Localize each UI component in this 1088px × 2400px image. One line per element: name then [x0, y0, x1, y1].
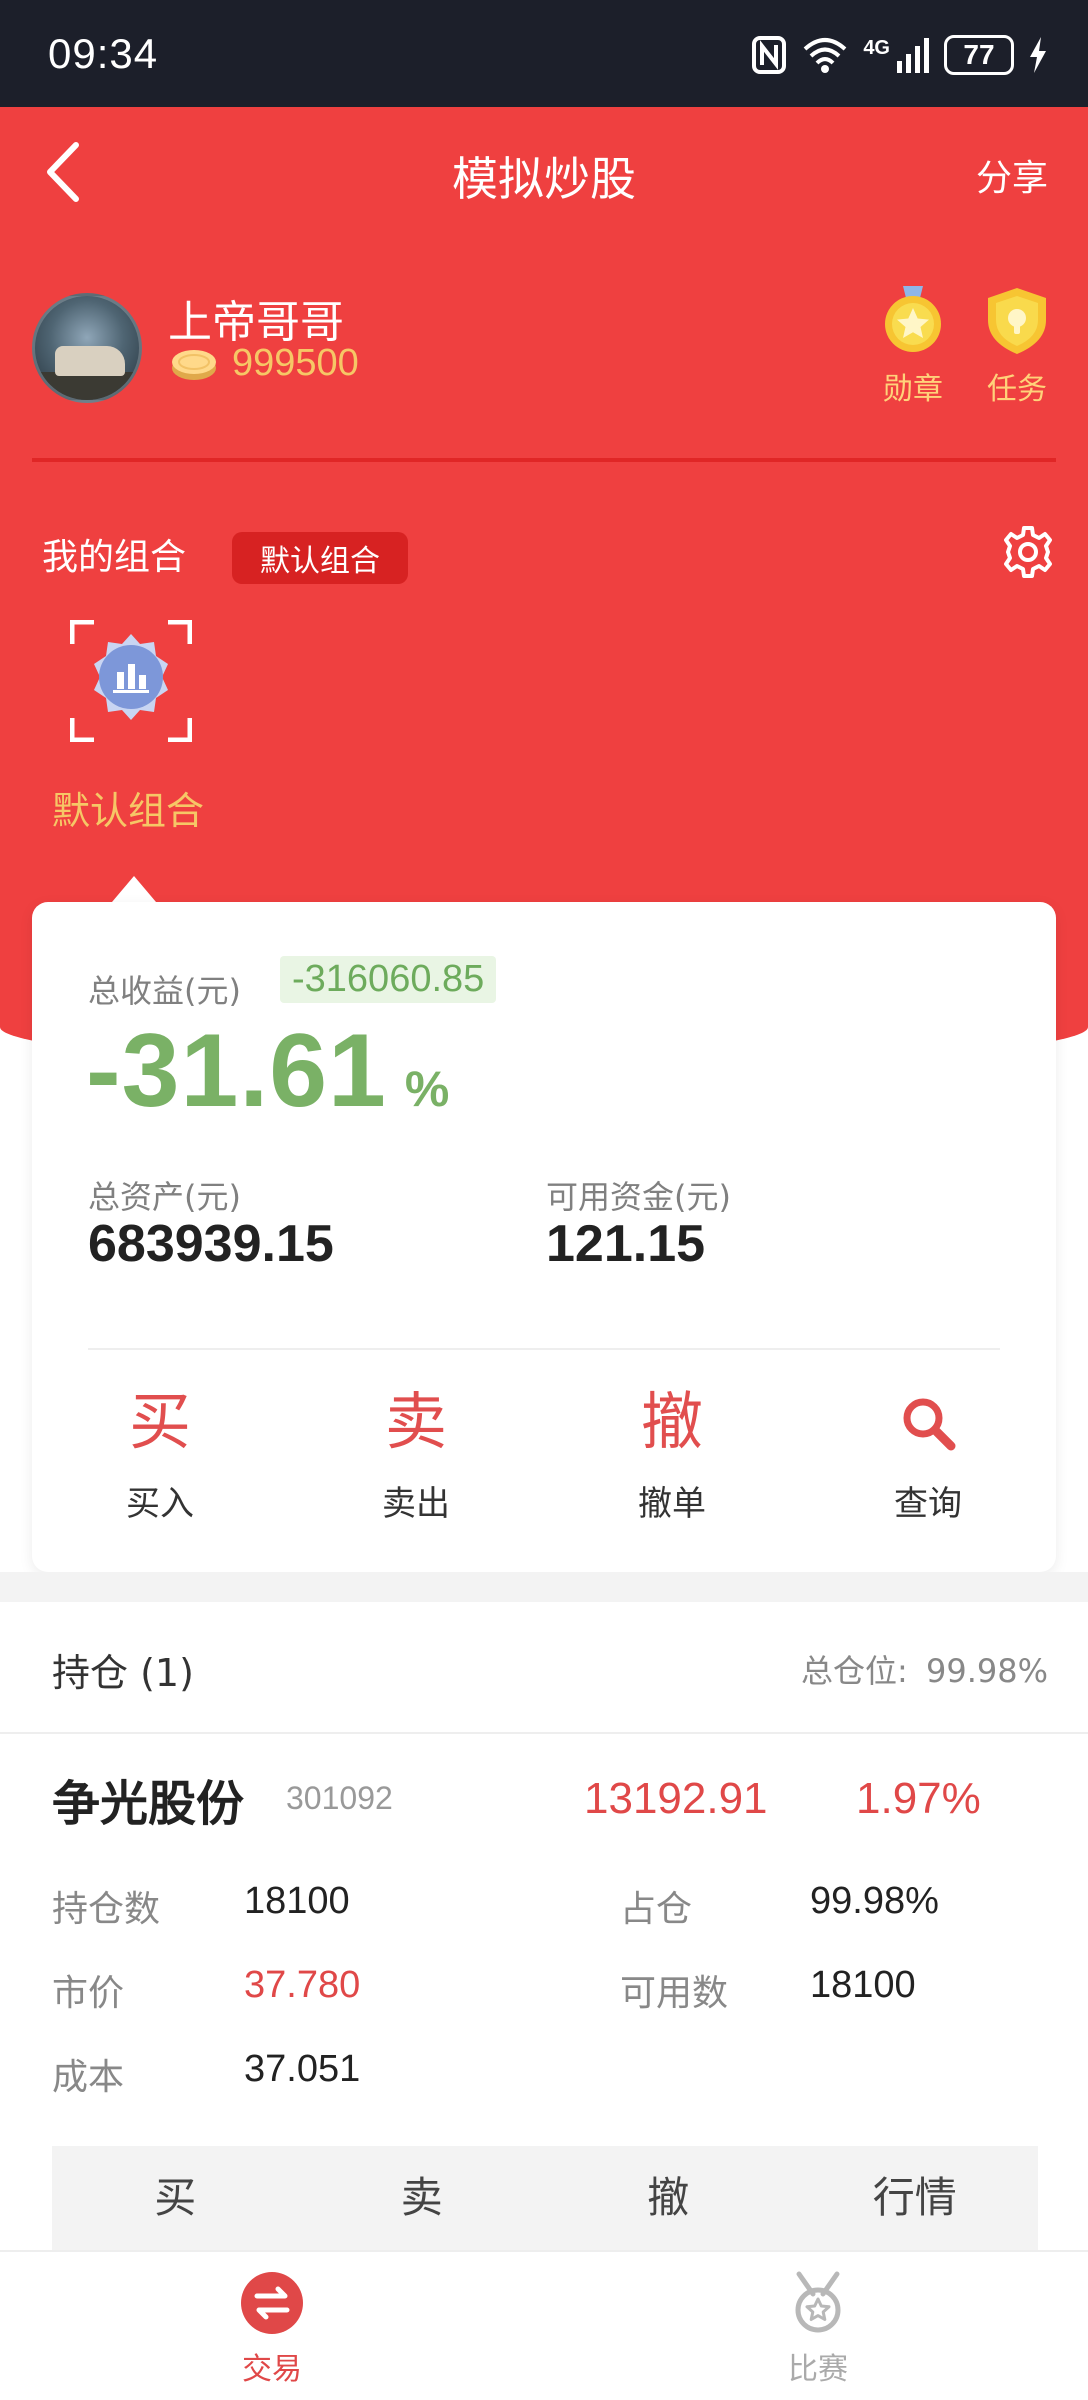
available-qty-label: 可用数 — [620, 1973, 729, 2014]
portfolio-card-default[interactable] — [69, 619, 193, 743]
trade-actions: 买 买入 卖 卖出 撤 撤单 查询 — [32, 1382, 1056, 1532]
network-type: 4G — [863, 36, 890, 59]
my-portfolio-title: 我的组合 — [42, 537, 187, 578]
available-cash-label: 可用资金(元) — [546, 1178, 731, 1216]
user-profile: 上帝哥哥 999500 勋章 任务 — [32, 286, 1056, 420]
selection-pointer — [112, 876, 156, 902]
cancel-order-button[interactable]: 撤 撤单 — [544, 1382, 800, 1532]
status-icons: 4G 77 — [751, 30, 1048, 80]
qty-label: 持仓数 — [52, 1889, 161, 1930]
nav-bar: 模拟炒股 分享 — [0, 107, 1088, 237]
section-gap — [0, 1572, 1088, 1602]
cost-value: 37.051 — [244, 2048, 361, 2090]
charging-icon — [1030, 37, 1046, 73]
page-title: 模拟炒股 — [452, 152, 636, 206]
return-percentage-value: -31.61 — [86, 1013, 387, 1129]
portfolio-card-label: 默认组合 — [52, 789, 205, 833]
query-button[interactable]: 查询 — [800, 1382, 1056, 1532]
available-qty-value: 18100 — [810, 1964, 916, 2006]
total-assets-label: 总资产(元) — [88, 1178, 241, 1216]
cancel-order-label: 撤单 — [638, 1484, 706, 1524]
holdings-header: 持仓 (1) 总仓位: 99.98% — [0, 1602, 1088, 1734]
task-button[interactable]: 任务 — [972, 284, 1062, 408]
available-cash-value: 121.15 — [546, 1215, 706, 1273]
status-time: 09:34 — [48, 30, 159, 77]
total-profit-label: 总收益(元) — [88, 972, 241, 1010]
sell-glyph: 卖 — [384, 1385, 447, 1458]
coin-balance: 999500 — [168, 342, 359, 385]
medal-icon — [885, 286, 941, 352]
holdings-title: 持仓 (1) — [52, 1651, 194, 1695]
stock-profit: 13192.91 — [584, 1774, 768, 1823]
search-icon — [903, 1398, 956, 1451]
tab-trade-label: 交易 — [242, 2352, 302, 2387]
status-bar: 09:34 4G 77 — [0, 0, 1088, 107]
tab-trade[interactable]: 交易 — [202, 2270, 342, 2388]
tab-contest-label: 比赛 — [788, 2352, 848, 2387]
total-profit-value: -316060.85 — [280, 956, 497, 1003]
username: 上帝哥哥 — [168, 297, 344, 348]
stock-name: 争光股份 — [52, 1776, 245, 1832]
share-button[interactable]: 分享 — [976, 149, 1048, 201]
total-position-value: 99.98% — [925, 1652, 1048, 1690]
tab-contest[interactable]: 比赛 — [748, 2270, 888, 2388]
holding-buy-button[interactable]: 买 — [52, 2146, 299, 2250]
buy-glyph: 买 — [128, 1385, 191, 1458]
weight-label: 占仓 — [620, 1889, 693, 1930]
task-label: 任务 — [987, 372, 1047, 407]
buy-label: 买入 — [126, 1484, 194, 1524]
qty-value: 18100 — [244, 1880, 350, 1922]
portfolio-chart-icon — [69, 619, 193, 743]
holding-quote-button[interactable]: 行情 — [792, 2146, 1039, 2250]
medal-label: 勋章 — [883, 372, 943, 407]
weight-value: 99.98% — [810, 1880, 939, 1922]
coin-icon — [172, 349, 216, 380]
price-value: 37.780 — [244, 1964, 361, 2006]
sell-label: 卖出 — [382, 1484, 450, 1524]
coin-amount: 999500 — [232, 342, 359, 384]
stock-profit-pct: 1.97% — [856, 1774, 981, 1823]
total-position-label: 总仓位: — [801, 1652, 908, 1690]
medal-button[interactable]: 勋章 — [868, 284, 958, 408]
header-divider — [32, 458, 1056, 462]
gear-icon[interactable] — [1000, 524, 1056, 580]
cancel-glyph: 撤 — [640, 1385, 703, 1458]
stock-code: 301092 — [286, 1780, 393, 1816]
total-assets-value: 683939.15 — [88, 1215, 334, 1273]
medal-contest-icon — [795, 2271, 841, 2333]
bottom-tab-bar: 交易 比赛 — [0, 2250, 1088, 2400]
query-label: 查询 — [894, 1484, 962, 1524]
portfolio-summary-card: 总收益(元) -316060.85 -31.61 % 总资产(元) 683939… — [32, 902, 1056, 1572]
holding-sell-button[interactable]: 卖 — [299, 2146, 546, 2250]
trade-exchange-icon — [241, 2272, 303, 2334]
holding-actions: 买 卖 撤 行情 — [52, 2146, 1038, 2250]
price-label: 市价 — [52, 1973, 125, 2014]
buy-button[interactable]: 买 买入 — [32, 1382, 288, 1532]
card-divider — [88, 1348, 1000, 1350]
avatar[interactable] — [32, 293, 142, 403]
nfc-icon — [752, 36, 787, 74]
wifi-icon — [803, 38, 847, 73]
return-percentage: -31.61 % — [86, 1012, 449, 1131]
portfolio-tag: 默认组合 — [232, 532, 408, 584]
battery-indicator: 77 — [944, 35, 1014, 75]
sell-button[interactable]: 卖 卖出 — [288, 1382, 544, 1532]
cost-label: 成本 — [52, 2057, 125, 2098]
task-shield-icon — [988, 288, 1046, 354]
signal-icon — [897, 38, 929, 73]
holding-cancel-button[interactable]: 撤 — [545, 2146, 792, 2250]
total-position-ratio: 总仓位: 99.98% — [801, 1646, 1048, 1692]
percent-sign: % — [404, 1061, 450, 1117]
